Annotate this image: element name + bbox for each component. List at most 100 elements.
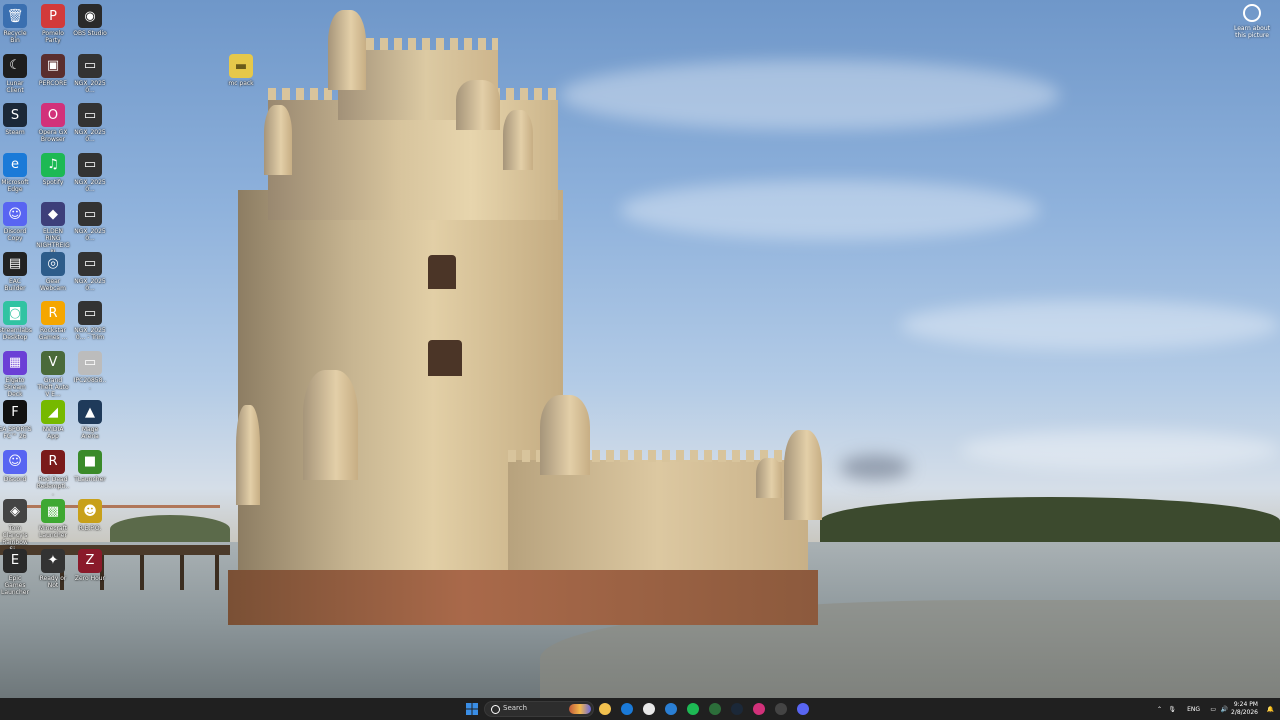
desktop-icon[interactable]: ☻ R.E.P.O. (73, 499, 107, 532)
store-icon[interactable] (643, 703, 655, 715)
tower-window (428, 255, 456, 289)
desktop-icon[interactable]: ▣ PERCORE (36, 53, 70, 87)
search-highlight-art (569, 704, 591, 714)
learn-about-this-picture[interactable]: Learn about this picture (1230, 4, 1274, 39)
desktop-icon-mc-pack[interactable]: ▬ mc pack (224, 54, 258, 87)
desktop-icon[interactable]: ▭ NGX_20250... (73, 202, 107, 242)
desktop-icon[interactable]: ■ TLauncher (73, 449, 107, 483)
excel-icon[interactable] (709, 703, 721, 715)
app-icon: ☺ (3, 202, 27, 226)
app-icon: ▭ (78, 103, 102, 127)
desktop-icon[interactable]: V Grand Theft Auto V E... (36, 350, 70, 398)
steam-icon[interactable] (731, 703, 743, 715)
search-icon (491, 705, 500, 714)
desktop-icon[interactable]: E Epic Games Launcher (0, 548, 32, 596)
desktop-icon-label: Epic Games Launcher (1, 574, 29, 596)
app-icon: ▭ (78, 152, 102, 177)
desktop-icon[interactable]: P Pomelo Party (36, 4, 70, 44)
app-icon: P (41, 4, 65, 28)
desktop-icon[interactable]: F EA SPORTS FC™ 26 (0, 400, 32, 440)
pier (0, 545, 230, 555)
desktop-icon[interactable]: S Steam (0, 103, 32, 136)
microphone-icon[interactable]: 🎙 (1168, 698, 1176, 720)
app-icon: R (41, 449, 65, 474)
desktop-icon-label: Discord (3, 475, 27, 483)
clock-date: 2/8/2026 (1231, 709, 1258, 716)
desktop-icon[interactable]: ▭ NGX_20250... (73, 103, 107, 143)
obs-icon[interactable] (775, 703, 787, 715)
desktop-icon[interactable]: ☺ Discord (0, 449, 32, 483)
desktop-icon[interactable]: e Microsoft Edge (0, 152, 32, 193)
desktop-icon[interactable]: ▩ Minecraft Launcher (36, 499, 70, 539)
desktop-icon-label: Gear Webcam (40, 277, 66, 292)
desktop-icon[interactable]: ◢ NVIDIA App (36, 400, 70, 440)
desktop-icon[interactable]: ▤ EAC Builder (0, 251, 32, 292)
desktop-icon-label: OBS Studio (73, 30, 107, 37)
cloud (840, 455, 910, 480)
opera-icon[interactable] (753, 703, 765, 715)
app-icon: ▭ (78, 301, 102, 325)
desktop-icon[interactable]: ▦ Elgato Stream Deck (0, 350, 32, 398)
app-icon: ◉ (78, 4, 102, 28)
app-icon: V (41, 350, 65, 375)
desktop-icon[interactable]: R Red Dead Redempti... (36, 449, 70, 497)
desktop-icon[interactable]: O Opera GX Browser (36, 103, 70, 143)
clock-time: 9:24 PM (1233, 701, 1258, 708)
desktop-icon[interactable]: Z Zero Hour (73, 548, 107, 582)
learn-about-label: Learn about this picture (1234, 25, 1270, 39)
edge-icon[interactable] (621, 703, 633, 715)
desktop-icon[interactable]: ☾ Lunar Client (0, 53, 32, 94)
desktop-icon-label: IPC20858... (73, 376, 107, 391)
network-icon[interactable]: ▭ (1210, 698, 1216, 720)
language-indicator[interactable]: ENG (1187, 698, 1200, 720)
hill (820, 497, 1280, 545)
start-button[interactable] (464, 701, 480, 717)
desktop-icon[interactable]: ◆ELDEN RING NIGHTREIGN (36, 202, 70, 256)
app-icon: S (3, 103, 27, 127)
app-icon: ✦ (41, 548, 65, 573)
clock[interactable]: 9:24 PM 2/8/2026 (1231, 701, 1258, 717)
desktop-icon-label: R.E.P.O. (78, 525, 102, 532)
desktop-icon-label: NVIDIA App (42, 426, 64, 440)
desktop-icon[interactable]: ▭ NGX_20250... (73, 53, 107, 94)
desktop-icon[interactable]: ▲ Mage Arena (73, 400, 107, 440)
taskbar: Search ⌃ 🎙 ENG ▭ 🔊 9:24 PM 2/8/2026 🔔 (0, 698, 1280, 720)
desktop-icon[interactable]: ◙ Streamlabs Desktop (0, 301, 32, 341)
app-icon: R (41, 301, 65, 325)
app-icon: ▭ (78, 202, 102, 226)
app-icon: ☾ (3, 53, 27, 78)
taskbar-search[interactable]: Search (484, 701, 594, 717)
desktop-icon[interactable]: ▭ NGX_20250... (73, 251, 107, 292)
desktop-icon[interactable]: ▭ NGX_20250... (73, 152, 107, 193)
search-placeholder: Search (503, 704, 528, 712)
file-explorer-icon[interactable] (599, 703, 611, 715)
desktop-icon[interactable]: 🗑 Recycle Bin (0, 4, 32, 44)
mail-icon[interactable] (665, 703, 677, 715)
desktop-icon-label: EA SPORTS FC™ 26 (0, 426, 32, 440)
show-hidden-icons[interactable]: ⌃ (1157, 698, 1162, 720)
desktop-icon-label: Spotify (42, 178, 64, 186)
desktop-icon[interactable]: ♫ Spotify (36, 152, 70, 186)
desktop-icon-label: NGX_20250... (74, 178, 106, 193)
discord-icon[interactable] (797, 703, 809, 715)
desktop-icon-label: Discord Copy (3, 228, 27, 242)
volume-icon[interactable]: 🔊 (1221, 698, 1228, 720)
app-icon: ▭ (78, 350, 102, 375)
folder-icon: ▬ (229, 54, 253, 78)
turret (456, 80, 500, 130)
desktop-icon[interactable]: ▭ IPC20858... (73, 350, 107, 391)
desktop-icon[interactable]: R Rockstar Games ... (36, 301, 70, 341)
desktop-icon[interactable]: ◉ OBS Studio (73, 4, 107, 37)
desktop-icon[interactable]: ☺ Discord Copy (0, 202, 32, 242)
desktop-icon[interactable]: ✦ Ready or Not (36, 548, 70, 589)
desktop-icon[interactable]: ◈Tom Clancy's Rainbow Si... (0, 499, 32, 553)
app-icon: ▭ (78, 53, 102, 78)
windows-logo-icon (466, 703, 478, 715)
desktop-icon-label: Zero Hour (74, 574, 106, 582)
notification-bell-icon[interactable]: 🔔 (1267, 698, 1274, 720)
desktop-icon-label: Pomelo Party (42, 30, 64, 44)
desktop-icon[interactable]: ▭ NGX_20250... - Trim (73, 301, 107, 341)
app-icon: ☻ (78, 499, 102, 523)
spotify-icon[interactable] (687, 703, 699, 715)
desktop-icon[interactable]: ◎ Gear Webcam (36, 251, 70, 292)
